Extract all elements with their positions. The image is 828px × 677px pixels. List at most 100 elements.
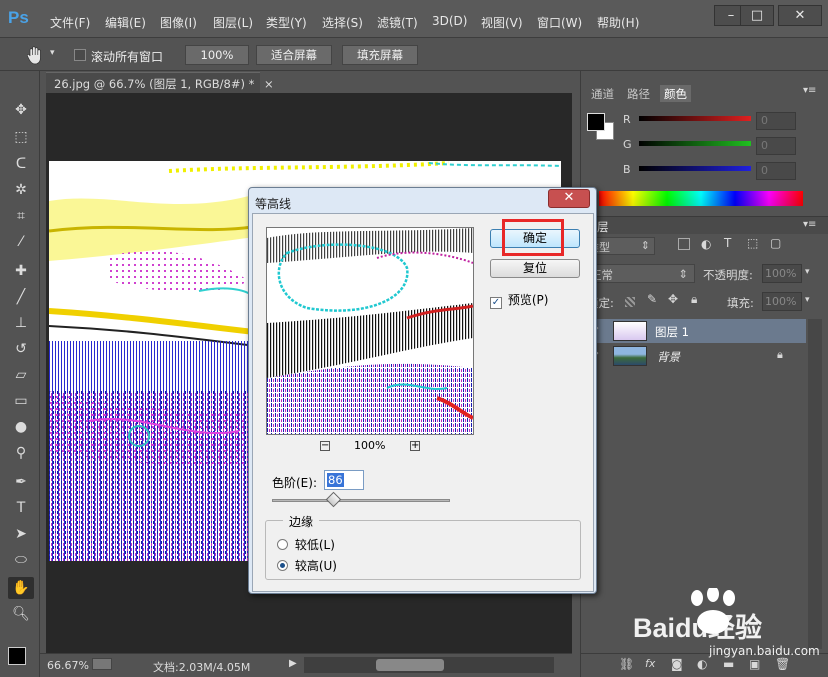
menu-file[interactable]: 文件(F) bbox=[50, 14, 90, 31]
menu-image[interactable]: 图像(I) bbox=[160, 14, 197, 31]
link-layers-icon[interactable]: ⛓ bbox=[619, 657, 634, 671]
lock-transparent-icon[interactable] bbox=[625, 297, 635, 307]
level-value: 86 bbox=[327, 473, 344, 487]
menu-filter[interactable]: 滤镜(T) bbox=[377, 14, 418, 31]
blend-mode-select[interactable]: 正常 ⇕ bbox=[583, 264, 695, 283]
foreground-color-swatch[interactable] bbox=[8, 647, 26, 665]
preview-checkbox[interactable]: ✓ bbox=[490, 297, 502, 309]
ellipse-tool-icon[interactable]: ⬭ bbox=[8, 549, 34, 571]
close-window-button[interactable]: ✕ bbox=[778, 5, 822, 26]
fill-dropdown-icon[interactable]: ▾ bbox=[805, 295, 810, 305]
level-input[interactable]: 86 bbox=[324, 470, 364, 490]
lock-all-icon[interactable]: 🔒︎ bbox=[691, 292, 697, 307]
channel-g-value[interactable]: 0 bbox=[756, 137, 796, 155]
hand-tool-icon[interactable]: ✋ bbox=[8, 577, 34, 599]
opacity-input[interactable]: 100% bbox=[762, 264, 802, 283]
zoom-tool-icon[interactable]: 🔍︎ bbox=[8, 603, 34, 625]
filter-pixel-icon[interactable] bbox=[678, 238, 690, 250]
lasso-tool-icon[interactable]: ᑕ bbox=[8, 153, 34, 175]
hand-tool-icon[interactable] bbox=[24, 44, 46, 66]
tab-layers[interactable]: 层 bbox=[597, 219, 609, 235]
channel-b-slider[interactable] bbox=[639, 166, 751, 171]
close-document-icon[interactable]: × bbox=[264, 77, 274, 91]
channel-b-value[interactable]: 0 bbox=[756, 162, 796, 180]
crop-tool-icon[interactable]: ⌗ bbox=[8, 205, 34, 227]
menu-edit[interactable]: 编辑(E) bbox=[105, 14, 146, 31]
layers-panel-menu-icon[interactable]: ▾≡ bbox=[803, 219, 816, 230]
gradient-tool-icon[interactable]: ▭ bbox=[8, 390, 34, 412]
filter-type-icon[interactable]: T bbox=[724, 236, 731, 250]
brush-tool-icon[interactable]: ╱ bbox=[8, 286, 34, 308]
zoom-100-button[interactable]: 100% bbox=[185, 45, 249, 65]
filter-preview[interactable] bbox=[266, 227, 474, 435]
tool-preset-chevron-icon[interactable]: ▾ bbox=[50, 48, 55, 58]
layer-row[interactable]: › 图层 1 bbox=[581, 319, 806, 343]
history-brush-tool-icon[interactable]: ↺ bbox=[8, 338, 34, 360]
fill-screen-button[interactable]: 填充屏幕 bbox=[342, 45, 418, 65]
scroll-all-windows-checkbox[interactable] bbox=[74, 49, 86, 61]
filter-smart-icon[interactable]: ▢ bbox=[770, 236, 781, 250]
tab-channels[interactable]: 通道 bbox=[587, 85, 618, 102]
restore-button[interactable]: □ bbox=[740, 5, 774, 26]
layers-panel-header: 层 ▾≡ bbox=[581, 216, 828, 234]
type-tool-icon[interactable]: T bbox=[8, 497, 34, 519]
path-selection-tool-icon[interactable]: ➤ bbox=[8, 523, 34, 545]
menu-window[interactable]: 窗口(W) bbox=[537, 14, 582, 31]
status-menu-arrow-icon[interactable]: ▶ bbox=[289, 658, 297, 669]
dialog-close-button[interactable]: ✕ bbox=[548, 189, 590, 208]
fill-value: 100% bbox=[765, 295, 797, 308]
tab-paths[interactable]: 路径 bbox=[623, 85, 654, 102]
filter-shape-icon[interactable]: ⬚ bbox=[747, 236, 758, 250]
edge-upper-radio[interactable] bbox=[277, 560, 288, 571]
zoom-in-button[interactable]: + bbox=[410, 441, 420, 451]
healing-brush-tool-icon[interactable]: ✚ bbox=[8, 260, 34, 282]
channel-r-slider[interactable] bbox=[639, 116, 751, 121]
fill-input[interactable]: 100% bbox=[762, 292, 802, 311]
scrollbar-thumb[interactable] bbox=[376, 659, 444, 671]
level-slider-track[interactable] bbox=[272, 499, 450, 502]
level-slider-thumb[interactable] bbox=[325, 491, 342, 508]
pen-tool-icon[interactable]: ✒ bbox=[8, 471, 34, 493]
menu-help[interactable]: 帮助(H) bbox=[597, 14, 639, 31]
layer-row[interactable]: › 背景 🔒︎ bbox=[581, 344, 806, 368]
tab-color[interactable]: 颜色 bbox=[660, 85, 691, 102]
panel-menu-icon[interactable]: ▾≡ bbox=[803, 85, 816, 96]
horizontal-scrollbar[interactable] bbox=[304, 657, 554, 673]
magic-wand-tool-icon[interactable]: ✲ bbox=[8, 179, 34, 201]
watermark-url: jingyan.baidu.com bbox=[709, 644, 820, 658]
eyedropper-tool-icon[interactable]: ⁄ bbox=[8, 231, 34, 253]
eraser-tool-icon[interactable]: ▱ bbox=[8, 364, 34, 386]
channel-r-value[interactable]: 0 bbox=[756, 112, 796, 130]
opacity-dropdown-icon[interactable]: ▾ bbox=[805, 267, 810, 277]
menu-select[interactable]: 选择(S) bbox=[322, 14, 363, 31]
zoom-readout[interactable]: 66.67% bbox=[47, 659, 89, 672]
dodge-tool-icon[interactable]: ⚲ bbox=[8, 442, 34, 464]
lock-image-icon[interactable]: ✎ bbox=[647, 292, 657, 306]
menu-layer[interactable]: 图层(L) bbox=[213, 14, 253, 31]
preview-option[interactable]: ✓ 预览(P) bbox=[490, 291, 548, 309]
color-spectrum-ramp[interactable] bbox=[599, 191, 803, 206]
edge-lower-radio[interactable] bbox=[277, 539, 288, 550]
reset-button[interactable]: 复位 bbox=[490, 259, 580, 278]
fit-screen-button[interactable]: 适合屏幕 bbox=[256, 45, 332, 65]
menu-view[interactable]: 视图(V) bbox=[481, 14, 523, 31]
edge-upper-label: 较高(U) bbox=[294, 559, 337, 573]
menu-type[interactable]: 类型(Y) bbox=[266, 14, 307, 31]
edge-upper-option[interactable]: 较高(U) bbox=[277, 557, 337, 574]
edge-lower-option[interactable]: 较低(L) bbox=[277, 536, 335, 553]
clone-stamp-tool-icon[interactable]: ⊥ bbox=[8, 312, 34, 334]
color-foreground-swatch[interactable] bbox=[587, 113, 605, 131]
blur-tool-icon[interactable]: ● bbox=[8, 416, 34, 438]
marquee-tool-icon[interactable]: ⬚ bbox=[8, 126, 34, 148]
move-tool-icon[interactable]: ✥ bbox=[8, 99, 34, 121]
lock-position-icon[interactable]: ✥ bbox=[668, 292, 678, 306]
document-tab[interactable]: 26.jpg @ 66.7% (图层 1, RGB/8#) * × bbox=[46, 72, 274, 93]
document-info: 文档:2.03M/4.05M bbox=[153, 661, 251, 674]
menu-3d[interactable]: 3D(D) bbox=[432, 14, 467, 28]
channel-g-label: G bbox=[623, 138, 632, 151]
ok-button-highlight bbox=[502, 219, 564, 256]
filter-adjust-icon[interactable]: ◐ bbox=[701, 237, 711, 251]
toolbox: ✥ ⬚ ᑕ ✲ ⌗ ⁄ ✚ ╱ ⊥ ↺ ▱ ▭ ● ⚲ ✒ T ➤ ⬭ ✋ 🔍︎ bbox=[0, 71, 40, 677]
channel-g-slider[interactable] bbox=[639, 141, 751, 146]
zoom-out-button[interactable]: − bbox=[320, 441, 330, 451]
